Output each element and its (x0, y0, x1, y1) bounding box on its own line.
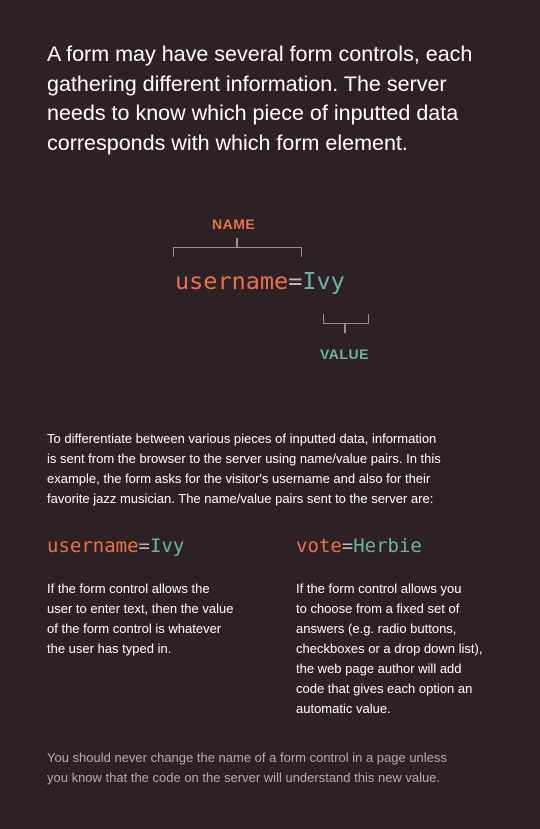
pair-equals: = (288, 267, 303, 295)
description-line: favorite jazz musician. The name/value p… (47, 491, 434, 506)
example-pair-vote: vote=Herbie (296, 535, 422, 557)
example-line: user to enter text, then the value (47, 601, 234, 616)
example-pair-name: username (47, 535, 139, 557)
note-paragraph: You should never change the name of a fo… (47, 748, 502, 788)
example-line: If the form control allows the (47, 581, 210, 596)
example-pair-equals: = (341, 535, 354, 557)
description-line: is sent from the browser to the server u… (47, 451, 441, 466)
description-line: To differentiate between various pieces … (47, 431, 437, 446)
example-pair-value: Ivy (149, 535, 185, 557)
name-label: NAME (212, 216, 256, 232)
example-line: checkboxes or a drop down list), (296, 641, 483, 656)
pair-value: Ivy (302, 267, 345, 295)
example-line: If the form control allows you (296, 581, 462, 596)
example-pair-equals: = (138, 535, 150, 557)
name-bracket (173, 247, 302, 257)
description-paragraph: To differentiate between various pieces … (47, 429, 497, 509)
diagram-pair: username=Ivy (175, 267, 345, 295)
example-line: the user has typed in. (47, 641, 172, 656)
pair-name: username (175, 267, 289, 295)
example-text-vote: If the form control allows you to choose… (296, 579, 521, 719)
description-line: example, the form asks for the visitor's… (47, 471, 431, 486)
example-line: automatic value. (296, 701, 391, 716)
example-pair-value: Herbie (353, 535, 422, 557)
example-line: of the form control is whatever (47, 621, 222, 636)
example-text-username: If the form control allows the user to e… (47, 579, 272, 659)
example-line: answers (e.g. radio buttons, (296, 621, 457, 636)
name-bracket-stem (236, 238, 238, 247)
note-line: you know that the code on the server wil… (47, 770, 441, 785)
example-line: code that gives each option an (296, 681, 473, 696)
example-pair-username: username=Ivy (47, 535, 184, 557)
name-value-diagram: NAME username=Ivy VALUE (0, 0, 540, 380)
value-bracket (323, 314, 369, 324)
note-line: You should never change the name of a fo… (47, 750, 447, 765)
example-line: to choose from a fixed set of (296, 601, 460, 616)
value-label: VALUE (320, 346, 369, 362)
example-line: the web page author will add (296, 661, 462, 676)
example-pair-name: vote (296, 535, 342, 557)
value-bracket-stem (344, 323, 346, 333)
